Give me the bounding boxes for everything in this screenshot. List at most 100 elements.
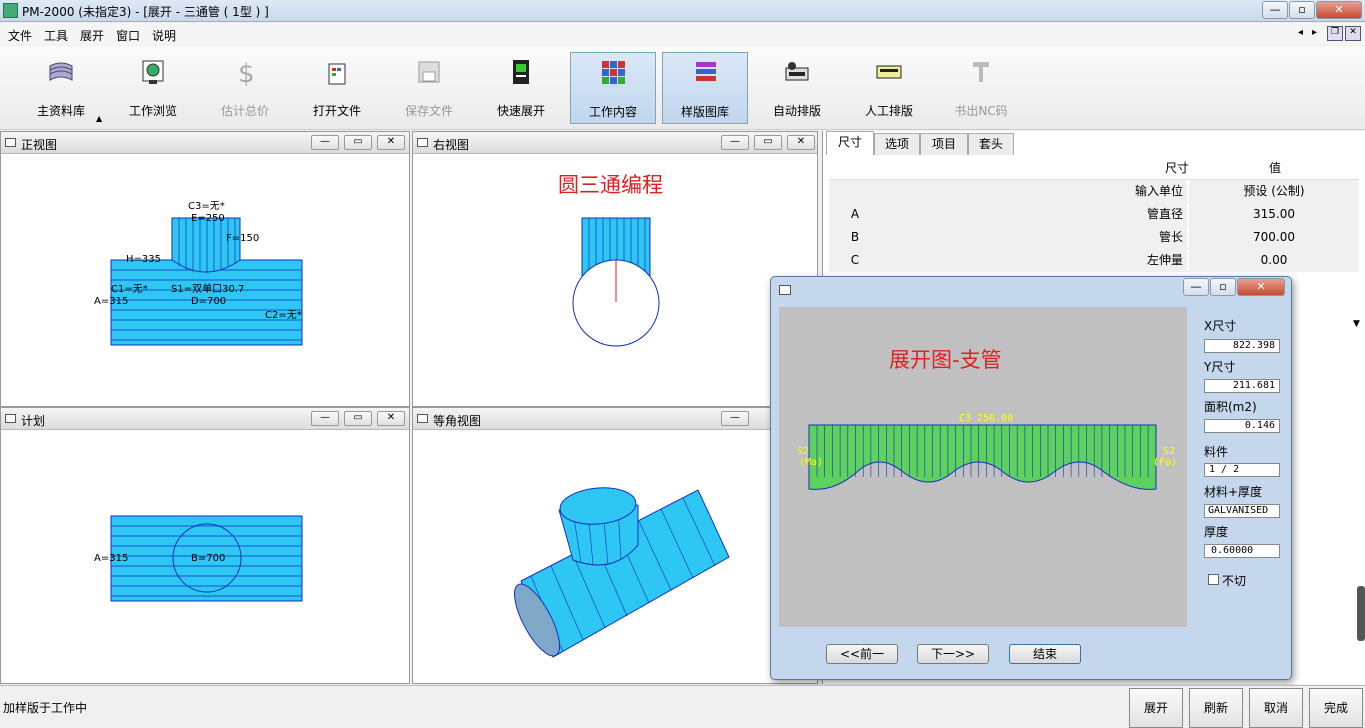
pane-minimize-button[interactable]: — [311,135,339,150]
grid-header: 尺寸 值 [829,157,1359,180]
part-field[interactable]: 1 / 2 [1204,463,1280,477]
pane-minimize-button[interactable]: — [721,135,749,150]
menu-file[interactable]: 文件 [8,27,32,44]
job-content-button[interactable]: 工作内容 [570,52,656,124]
manual-nest-icon [876,65,902,79]
table-row[interactable]: A 管直径 315.00 [829,203,1359,226]
label-f: F=150 [226,233,259,244]
pane-title: 右视图 [433,138,470,152]
unfold-canvas: 展开图-支管 C3 250.00 S2 (Ma) S2 (Fa) [779,307,1187,627]
grid-icon [602,61,625,84]
unfold-dialog: — ▫ ✕ 展开图-支管 C3 250.00 S2 (Ma) S2 (Fa) X尺寸… [770,276,1292,680]
cancel-button[interactable]: 取消 [1249,688,1303,728]
refresh-button[interactable]: 刷新 [1189,688,1243,728]
pane-icon [417,414,428,423]
title-bar: PM-2000 (未指定3) - [展开 - 三通管 ( 1型 ) ] — ▫ … [0,0,1365,22]
tab-headers[interactable]: 套头 [968,133,1014,155]
auto-nest-icon [785,62,809,81]
minimize-button[interactable]: — [1262,1,1288,19]
right-view-drawing: 圆三通编程 [558,173,663,347]
status-text: 加样版于工作中 [3,701,88,715]
pane-maximize-button[interactable]: ▭ [344,135,372,150]
quick-unfold-icon [513,60,529,84]
status-bar: 加样版于工作中 展开 刷新 取消 完成 [0,685,1365,728]
chevron-down-icon[interactable]: ▼ [1353,319,1360,329]
pane-close-button[interactable]: ✕ [787,135,815,150]
column-value: 值 [1268,161,1281,175]
unfold-right-label: S2 (Fa) [1153,446,1177,468]
scrollbar-thumb[interactable] [1357,586,1365,641]
finish-button[interactable]: 完成 [1309,688,1363,728]
mdi-prev-icon[interactable]: ◂ [1298,27,1303,38]
label-b: B=700 [191,553,225,564]
nc-output-button[interactable]: 书出NC码 [938,52,1024,124]
browse-button[interactable]: 工作浏览 [110,52,196,124]
save-file-button[interactable]: 保存文件 [386,52,472,124]
table-row[interactable]: C 左伸量 0.00 [829,249,1359,272]
tab-options[interactable]: 选项 [874,133,920,155]
pattern-library-icon [696,62,716,81]
pane-close-button[interactable]: ✕ [377,411,405,426]
x-size-field[interactable]: 822.398 [1204,339,1280,353]
manual-nest-button[interactable]: 人工排版 [846,52,932,124]
area-label: 面积(m2) [1204,400,1257,414]
pane-maximize-button[interactable]: ▭ [754,135,782,150]
y-size-field[interactable]: 211.681 [1204,379,1280,393]
pane-minimize-button[interactable]: — [311,411,339,426]
menu-bar: 文件 工具 展开 窗口 说明 ◂ ▸ ❐ ✕ [0,23,1365,45]
next-button[interactable]: 下一>> [917,644,989,664]
mdi-close-icon[interactable]: ✕ [1345,26,1361,41]
pane-title: 计划 [21,414,46,428]
label-c2: C2=无* [265,310,302,321]
menu-unfold[interactable]: 展开 [80,27,104,44]
menu-help[interactable]: 说明 [152,27,176,44]
label-s1: S1=双单口30.7 [171,283,244,295]
pane-minimize-button[interactable]: — [721,411,749,426]
no-cut-checkbox[interactable] [1208,574,1219,585]
unfold-button[interactable]: 展开 [1129,688,1183,728]
x-size-label: X尺寸 [1204,319,1237,333]
table-row[interactable]: 输入单位 预设 (公制) [829,180,1359,203]
menu-window[interactable]: 窗口 [116,27,140,44]
label-c3: C3=无* [188,201,225,212]
nc-output-icon [973,62,989,82]
area-field[interactable]: 0.146 [1204,419,1280,433]
save-icon [418,61,440,83]
app-icon [3,3,18,18]
close-button[interactable]: ✕ [1316,1,1362,19]
svg-text:$: $ [238,59,255,86]
mdi-restore-icon[interactable]: ❐ [1327,26,1343,41]
tab-items[interactable]: 项目 [920,133,968,155]
dialog-icon [779,285,791,295]
pattern-library-button[interactable]: 样版图库 [662,52,748,124]
y-size-label: Y尺寸 [1204,360,1236,374]
estimate-button[interactable]: $ 估计总价 [202,52,288,124]
dialog-maximize-button[interactable]: ▫ [1210,278,1236,296]
tab-dimensions[interactable]: 尺寸 [826,131,874,155]
open-file-button[interactable]: 打开文件 [294,52,380,124]
thickness-label: 厚度 [1204,525,1229,539]
material-field[interactable]: GALVANISED [1204,504,1280,518]
quick-unfold-button[interactable]: 快速展开 [478,52,564,124]
dropdown-arrow-icon[interactable]: ▲ [96,114,102,123]
label-a: A=315 [94,553,128,564]
table-row[interactable]: B 管长 700.00 [829,226,1359,249]
dialog-close-button[interactable]: ✕ [1237,278,1285,296]
pane-maximize-button[interactable]: ▭ [344,411,372,426]
pane-close-button[interactable]: ✕ [377,135,405,150]
drawing-caption: 圆三通编程 [558,173,663,197]
dialog-minimize-button[interactable]: — [1183,278,1209,296]
maximize-button[interactable]: ▫ [1289,1,1315,19]
pane-icon [5,138,16,147]
menu-tools[interactable]: 工具 [44,27,68,44]
auto-nest-button[interactable]: 自动排版 [754,52,840,124]
mdi-next-icon[interactable]: ▸ [1312,27,1317,38]
end-button[interactable]: 结束 [1009,644,1081,664]
right-view-pane: 右视图 — ▭ ✕ 圆三通编程 [412,131,818,407]
library-icon [49,62,73,81]
prev-button[interactable]: <<前一 [826,644,898,664]
dollar-icon: $ [238,59,255,86]
pane-title: 正视图 [21,138,58,152]
library-button[interactable]: 主资料库 ▲ [18,52,104,124]
thickness-field[interactable]: 0.60000 [1204,544,1280,558]
